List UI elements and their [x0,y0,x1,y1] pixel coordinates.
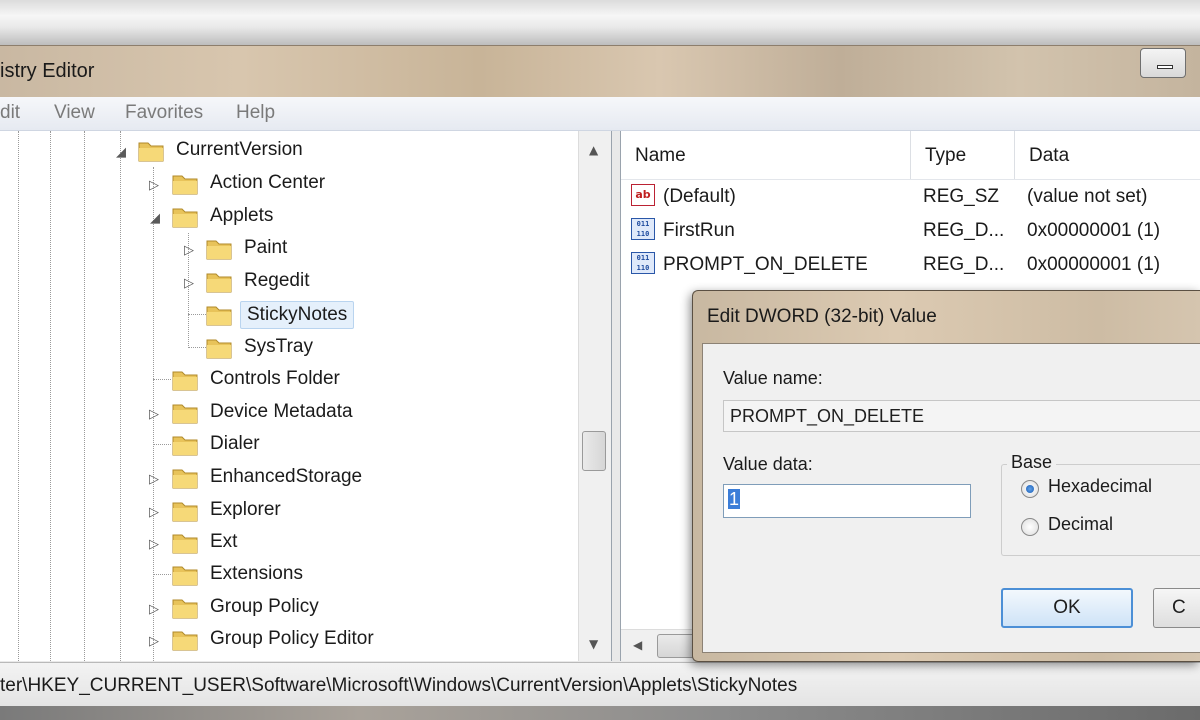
hexadecimal-label: Hexadecimal [1048,476,1153,496]
scroll-left-icon[interactable]: ◀ [633,638,642,652]
column-header-data[interactable]: Data [1015,131,1200,179]
tree-guide-line [153,574,171,575]
value-name: PROMPT_ON_DELETE [663,254,868,275]
value-type: REG_D... [923,254,1005,275]
value-data: (value not set) [1027,186,1148,207]
desktop-bottom-band [0,706,1200,720]
hexadecimal-radio[interactable] [1021,480,1039,498]
scroll-up-icon[interactable]: ▲ [589,143,598,157]
tree-guide-line [120,131,121,661]
folder-icon [172,502,198,522]
title-bar: istry Editor [0,45,1200,97]
folder-icon [172,208,198,228]
decimal-label: Decimal [1048,514,1114,534]
menu-bar: dit View Favorites Help [0,97,1200,131]
expand-icon[interactable]: ▷ [149,407,159,422]
folder-icon [206,339,232,359]
tree-guide-line [153,379,171,380]
column-header-name[interactable]: Name [621,131,911,179]
decimal-radio[interactable] [1021,518,1039,536]
folder-icon [172,404,198,424]
value-name: (Default) [663,186,736,207]
value-type: REG_D... [923,220,1005,241]
dword-value-icon: 011 110 [631,218,655,240]
value-data: 0x00000001 (1) [1027,220,1161,241]
string-value-icon: ab [631,184,655,206]
base-label: Base [1007,452,1057,473]
folder-icon [172,599,198,619]
collapse-icon[interactable]: ◢ [150,211,160,226]
menu-view[interactable]: View [54,102,95,124]
expand-icon[interactable]: ▷ [149,634,159,649]
folder-icon [172,566,198,586]
column-header-type[interactable]: Type [911,131,1015,179]
tree-guide-line [50,131,51,661]
ok-button[interactable]: OK [1001,588,1133,628]
folder-icon [172,175,198,195]
value-data: 0x00000001 (1) [1027,254,1161,275]
value-data-label: Value data: [723,454,813,474]
value-row[interactable]: 011 110 PROMPT_ON_DELETE REG_D... 0x00000… [621,249,1200,283]
tree-guide-line [18,131,19,661]
folder-icon [172,534,198,554]
dialog-body: Value name: PROMPT_ON_DELETE Value data:… [702,343,1200,653]
value-row[interactable]: 011 110 FirstRun REG_D... 0x00000001 (1) [621,215,1200,249]
expand-icon[interactable]: ▷ [149,178,159,193]
folder-icon [138,142,164,162]
folder-icon [206,306,232,326]
value-name-label: Value name: [723,368,823,388]
expand-icon[interactable]: ▷ [184,243,194,258]
value-name: FirstRun [663,220,735,241]
tree-guide-line [188,347,206,348]
tree-guide-line [188,314,206,315]
cancel-button[interactable]: C [1153,588,1200,628]
value-name-field: PROMPT_ON_DELETE [723,400,1200,432]
folder-icon [172,436,198,456]
folder-icon [172,631,198,651]
expand-icon[interactable]: ▷ [149,505,159,520]
minimize-button[interactable] [1140,48,1186,78]
desktop-top-band [0,0,1200,45]
current-key-path: ter\HKEY_CURRENT_USER\Software\Microsoft… [0,675,798,696]
folder-icon [172,371,198,391]
value-type: REG_SZ [923,186,1000,207]
folder-icon [206,273,232,293]
dword-value-icon: 011 110 [631,252,655,274]
minimize-icon [1157,65,1173,69]
expand-icon[interactable]: ▷ [149,537,159,552]
key-tree-pane[interactable]: ◢ CurrentVersion ▷ Action Center ◢ Apple… [0,131,612,661]
value-row[interactable]: ab (Default) REG_SZ (value not set) [621,181,1200,215]
expand-icon[interactable]: ▷ [149,602,159,617]
folder-icon [172,469,198,489]
menu-help[interactable]: Help [236,102,275,124]
scroll-thumb[interactable] [582,431,606,471]
tree-guide-line [153,444,171,445]
menu-edit[interactable]: dit [0,102,20,124]
value-data-text: 1 [728,489,741,509]
window-title: istry Editor [0,60,95,82]
header-divider [621,179,1200,180]
menu-favorites[interactable]: Favorites [125,102,203,124]
status-bar: ter\HKEY_CURRENT_USER\Software\Microsoft… [0,662,1200,706]
scroll-down-icon[interactable]: ▼ [589,637,598,651]
tree-vertical-scrollbar[interactable]: ▲ ▼ [578,131,611,661]
dialog-title: Edit DWORD (32-bit) Value [707,306,937,327]
expand-icon[interactable]: ▷ [184,276,194,291]
collapse-icon[interactable]: ◢ [116,145,126,160]
tree-guide-line [84,131,85,661]
folder-icon [206,240,232,260]
value-data-input[interactable]: 1 [723,484,971,518]
edit-dword-dialog: Edit DWORD (32-bit) Value Value name: PR… [692,290,1200,662]
expand-icon[interactable]: ▷ [149,472,159,487]
